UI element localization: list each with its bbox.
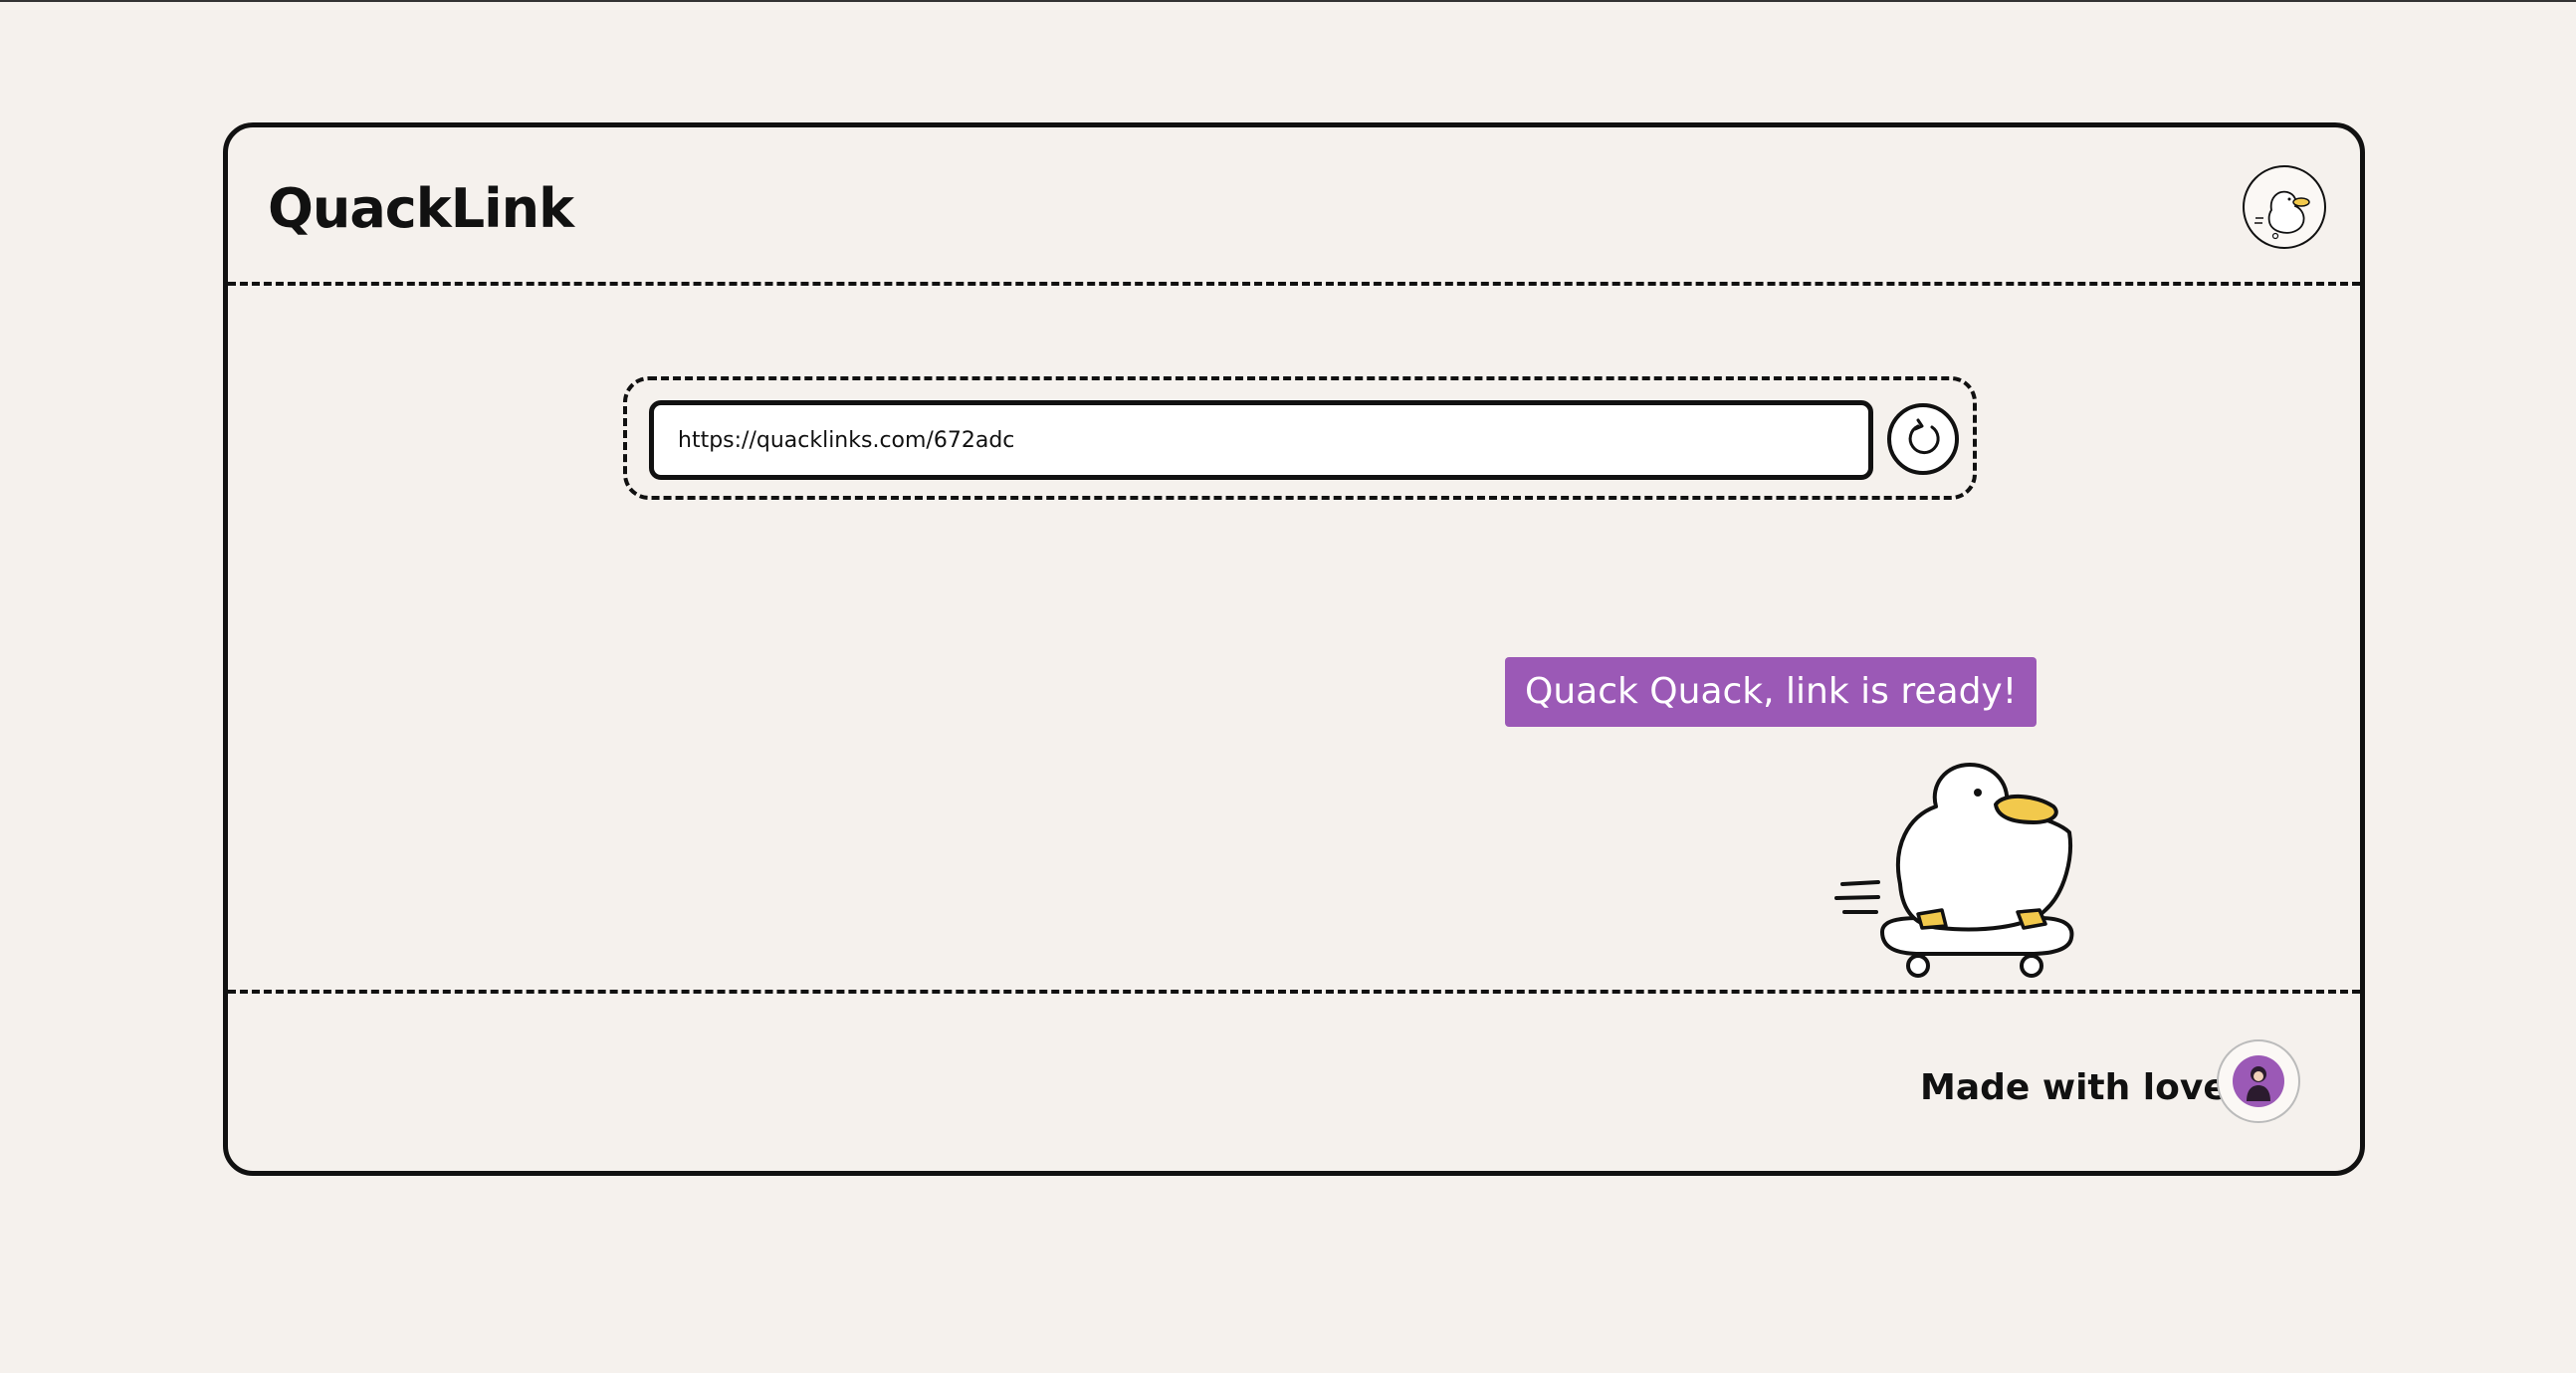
refresh-icon: [1908, 418, 1940, 455]
author-avatar[interactable]: [2217, 1039, 2300, 1123]
link-ready-toast: Quack Quack, link is ready!: [1505, 657, 2038, 727]
refresh-button[interactable]: [1887, 403, 1959, 475]
skateboard-duck-illustration: [1834, 763, 2074, 978]
header-divider: [228, 282, 2360, 286]
main-card: QuackLink Quack Quack, link is ready!: [223, 122, 2365, 1176]
duck-logo-icon: [2254, 190, 2310, 240]
person-icon: [2247, 1066, 2270, 1101]
header: QuackLink: [228, 127, 2360, 282]
duck-avatar-button[interactable]: [2243, 165, 2326, 249]
window-top-border: [0, 0, 2576, 2]
footer-divider: [228, 990, 2360, 994]
author-avatar-image: [2233, 1055, 2284, 1107]
short-url-field[interactable]: [649, 400, 1873, 480]
url-frame: [623, 376, 1977, 500]
app-title: QuackLink: [268, 177, 574, 240]
